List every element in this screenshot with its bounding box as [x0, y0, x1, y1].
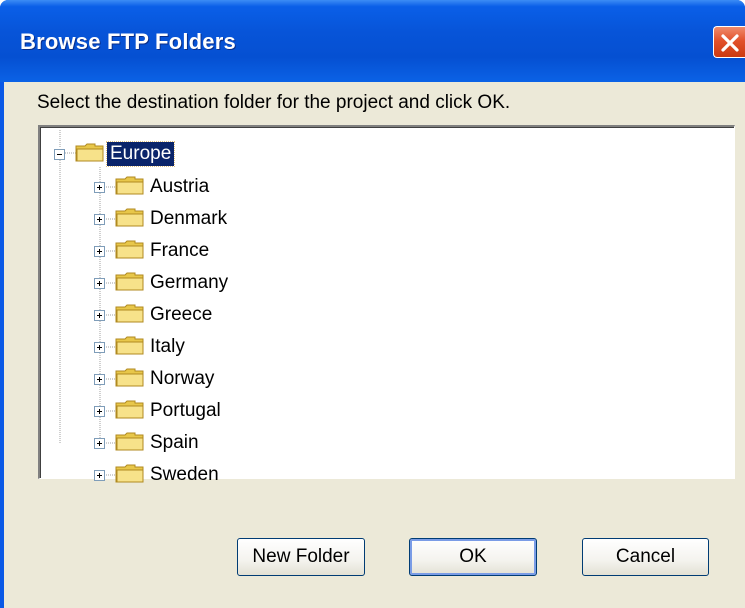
tree-node-label: France: [150, 240, 210, 261]
tree-node-denmark[interactable]: Denmark: [94, 206, 230, 232]
tree-node-spain[interactable]: Spain: [94, 430, 202, 456]
folder-icon: [115, 175, 145, 200]
expand-toggle-icon[interactable]: [94, 277, 105, 289]
cancel-button[interactable]: Cancel: [582, 538, 709, 576]
tree-node-label: Norway: [150, 368, 215, 389]
ok-button[interactable]: OK: [409, 538, 537, 576]
folder-icon: [75, 142, 105, 167]
tree-node-italy[interactable]: Italy: [94, 334, 188, 360]
close-icon[interactable]: [713, 26, 745, 58]
tree-node-greece[interactable]: Greece: [94, 302, 215, 328]
tree-node-label: Germany: [150, 272, 229, 293]
expand-toggle-icon[interactable]: [94, 373, 105, 385]
dialog-window: Browse FTP Folders Select the destinatio…: [0, 0, 745, 608]
expand-toggle-icon[interactable]: [94, 437, 105, 449]
collapse-toggle-icon[interactable]: [54, 148, 65, 160]
tree-node-label: Sweden: [150, 464, 219, 485]
expand-toggle-icon[interactable]: [94, 309, 105, 321]
title-bar[interactable]: Browse FTP Folders: [0, 0, 745, 82]
folder-icon: [115, 207, 145, 232]
window-title: Browse FTP Folders: [20, 29, 236, 54]
tree-node-label: Italy: [150, 336, 185, 357]
dialog-body: Select the destination folder for the pr…: [4, 82, 745, 608]
expand-toggle-icon[interactable]: [94, 213, 105, 225]
tree-node-germany[interactable]: Germany: [94, 270, 231, 296]
folder-icon: [115, 303, 145, 328]
tree-node-europe[interactable]: Europe: [54, 141, 176, 167]
folder-icon: [115, 271, 145, 296]
tree-node-portugal[interactable]: Portugal: [94, 398, 224, 424]
new-folder-button[interactable]: New Folder: [237, 538, 365, 576]
tree-node-label: Austria: [150, 176, 210, 197]
folder-icon: [115, 431, 145, 456]
folder-icon: [115, 399, 145, 424]
tree-node-label: Spain: [150, 432, 199, 453]
tree-node-label: Europe: [105, 141, 176, 167]
tree-node-label: Greece: [150, 304, 213, 325]
instruction-text: Select the destination folder for the pr…: [37, 92, 511, 113]
tree-node-norway[interactable]: Norway: [94, 366, 217, 392]
tree-node-label: Portugal: [150, 400, 221, 421]
folder-icon: [115, 367, 145, 392]
folder-tree[interactable]: Europe Austria Denmark France Germany Greece…: [38, 125, 735, 485]
tree-node-france[interactable]: France: [94, 238, 212, 264]
expand-toggle-icon[interactable]: [94, 181, 105, 193]
tree-node-sweden[interactable]: Sweden: [94, 462, 222, 488]
expand-toggle-icon[interactable]: [94, 405, 105, 417]
tree-node-label: Denmark: [150, 208, 228, 229]
folder-icon: [115, 239, 145, 264]
tree-node-austria[interactable]: Austria: [94, 174, 212, 200]
expand-toggle-icon[interactable]: [94, 245, 105, 257]
expand-toggle-icon[interactable]: [94, 341, 105, 353]
folder-icon: [115, 463, 145, 488]
folder-icon: [115, 335, 145, 360]
expand-toggle-icon[interactable]: [94, 469, 105, 481]
